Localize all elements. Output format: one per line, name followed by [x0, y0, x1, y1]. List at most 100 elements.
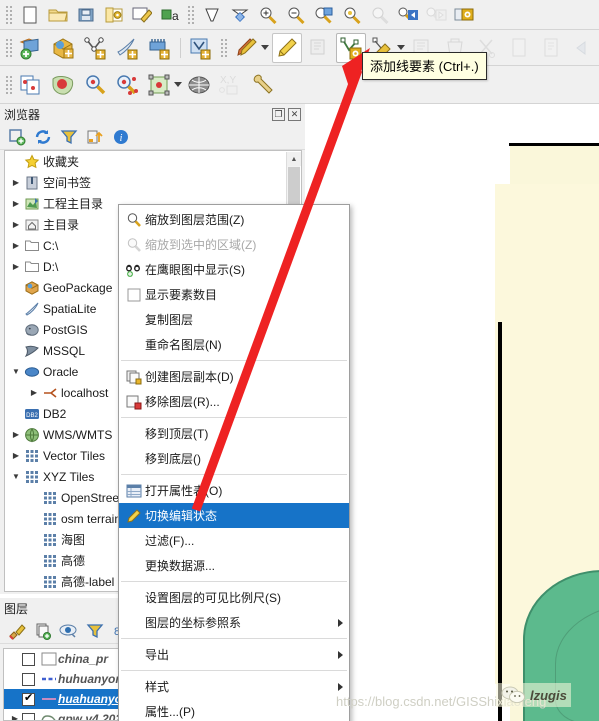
zoom-in-button[interactable] [255, 2, 281, 28]
filter-legend-button[interactable] [83, 620, 107, 642]
pan-map-button[interactable] [199, 2, 225, 28]
scroll-up-arrow[interactable]: ▲ [287, 152, 301, 166]
layout-manager-button[interactable] [129, 2, 155, 28]
float-panel-button[interactable]: ❐ [272, 107, 285, 121]
menu-item-24[interactable]: 属性...(P) [119, 699, 349, 721]
browser-item-label: Oracle [43, 364, 79, 379]
menu-item-14[interactable]: 切换编辑状态 [119, 503, 349, 528]
current-edits-dropdown-caret[interactable] [261, 45, 269, 50]
refresh-button[interactable] [451, 2, 477, 28]
zoom-to-selection-button[interactable] [339, 2, 365, 28]
layer-visibility-checkbox[interactable] [22, 672, 35, 686]
twisty-closed-icon[interactable] [9, 179, 23, 187]
toolbar-grip-4[interactable] [220, 37, 228, 58]
menu-item-19[interactable]: 图层的坐标参照系 [119, 610, 349, 635]
deselect-features-button[interactable] [145, 70, 175, 100]
open-layer-styling-button[interactable] [5, 620, 29, 642]
twisty-open-icon[interactable] [9, 473, 23, 481]
add-selected-layers-button[interactable] [5, 126, 29, 148]
menu-item-0[interactable]: 缩放到图层范围(Z) [119, 207, 349, 232]
save-layer-edits-button[interactable] [304, 33, 334, 63]
connection-icon [41, 385, 59, 401]
style-manager-button[interactable]: a [157, 2, 183, 28]
twisty-closed-icon[interactable] [9, 200, 23, 208]
zoom-full-button[interactable] [311, 2, 337, 28]
twisty-closed-icon[interactable] [8, 715, 22, 720]
filter-browser-button[interactable] [57, 126, 81, 148]
browser-item-[interactable]: 收藏夹 [5, 151, 301, 172]
menu-item-18[interactable]: 设置图层的可见比例尺(S) [119, 585, 349, 610]
pan-to-selection-button[interactable] [227, 2, 253, 28]
overview-icon [123, 262, 145, 278]
layer-visibility-checkbox[interactable] [22, 692, 35, 706]
identify-features-button[interactable] [17, 70, 47, 100]
new-spatialite-layer-button[interactable] [81, 33, 111, 63]
toolbar-grip-5[interactable] [5, 74, 13, 95]
new-geopackage-layer-button[interactable] [49, 33, 79, 63]
new-gpx-layer-button[interactable] [113, 33, 143, 63]
menu-item-23[interactable]: 样式 [119, 674, 349, 699]
browser-item-label: localhost [61, 385, 109, 400]
menu-item-21[interactable]: 导出 [119, 642, 349, 667]
zoom-next-button[interactable] [423, 2, 449, 28]
toolbar-grip-2[interactable] [187, 4, 195, 25]
paste-features-button[interactable] [536, 33, 566, 63]
save-project-button[interactable] [73, 2, 99, 28]
layer-visibility-checkbox[interactable] [22, 652, 35, 666]
twisty-closed-icon[interactable] [9, 452, 23, 460]
new-print-layout-button[interactable] [101, 2, 127, 28]
deselect-dropdown-caret[interactable] [174, 82, 182, 87]
zoom-last-button[interactable] [395, 2, 421, 28]
menu-item-5[interactable]: 重命名图层(N) [119, 332, 349, 357]
open-project-button[interactable] [45, 2, 71, 28]
layer-context-menu[interactable]: 缩放到图层范围(Z) 缩放到选中的区域(Z) 在鹰眼图中显示(S) 显示要素数目 复制图… [118, 204, 350, 721]
toolbar-grip[interactable] [5, 4, 13, 25]
twisty-open-icon[interactable] [9, 368, 23, 376]
select-features-button[interactable] [49, 70, 79, 100]
copy-features-button[interactable] [504, 33, 534, 63]
menu-item-label: 移到顶层(T) [145, 427, 209, 441]
layer-symbol-polygon [40, 652, 58, 666]
menu-item-8[interactable]: 移除图层(R)... [119, 389, 349, 414]
menu-item-7[interactable]: 创建图层副本(D) [119, 364, 349, 389]
new-shapefile-layer-button[interactable] [17, 33, 47, 63]
twisty-closed-icon[interactable] [9, 221, 23, 229]
new-mesh-layer-button[interactable] [145, 33, 175, 63]
new-virtual-layer-button[interactable] [186, 33, 216, 63]
zoom-to-layer-button[interactable] [367, 2, 393, 28]
twisty-closed-icon[interactable] [27, 389, 41, 397]
menu-item-11[interactable]: 移到底层() [119, 446, 349, 471]
vertex-tool-dropdown-caret[interactable] [397, 45, 405, 50]
browser-toolbar: i [0, 124, 305, 150]
menu-item-16[interactable]: 更换数据源... [119, 553, 349, 578]
map-tips-button[interactable]: X,Y [217, 70, 247, 100]
menu-item-10[interactable]: 移到顶层(T) [119, 421, 349, 446]
toggle-editing-button[interactable] [272, 32, 302, 63]
twisty-closed-icon[interactable] [9, 242, 23, 250]
options-button[interactable] [249, 70, 279, 100]
menu-item-2[interactable]: 在鹰眼图中显示(S) [119, 257, 349, 282]
add-group-button[interactable] [31, 620, 55, 642]
twisty-closed-icon[interactable] [9, 263, 23, 271]
close-panel-button[interactable]: ✕ [288, 107, 301, 121]
layer-visibility-checkbox[interactable] [22, 712, 35, 720]
manage-layer-visibility-button[interactable] [57, 620, 81, 642]
twisty-closed-icon[interactable] [9, 431, 23, 439]
collapse-all-button[interactable] [83, 126, 107, 148]
select-by-value-button[interactable] [81, 70, 111, 100]
menu-item-4[interactable]: 复制图层 [119, 307, 349, 332]
current-edits-button[interactable] [232, 33, 262, 63]
properties-info-button[interactable]: i [109, 126, 133, 148]
zoom-out-button[interactable] [283, 2, 309, 28]
wechat-icon [501, 686, 525, 704]
menu-item-3[interactable]: 显示要素数目 [119, 282, 349, 307]
refresh-browser-button[interactable] [31, 126, 55, 148]
menu-item-13[interactable]: 打开属性表(O) [119, 478, 349, 503]
toolbar-grip-3[interactable] [5, 37, 13, 58]
browser-item-[interactable]: 空间书签 [5, 172, 301, 193]
new-project-button[interactable] [17, 2, 43, 28]
select-by-expression-button[interactable] [113, 70, 143, 100]
measure-button[interactable] [185, 70, 215, 100]
undo-button[interactable] [568, 33, 598, 63]
menu-item-15[interactable]: 过滤(F)... [119, 528, 349, 553]
